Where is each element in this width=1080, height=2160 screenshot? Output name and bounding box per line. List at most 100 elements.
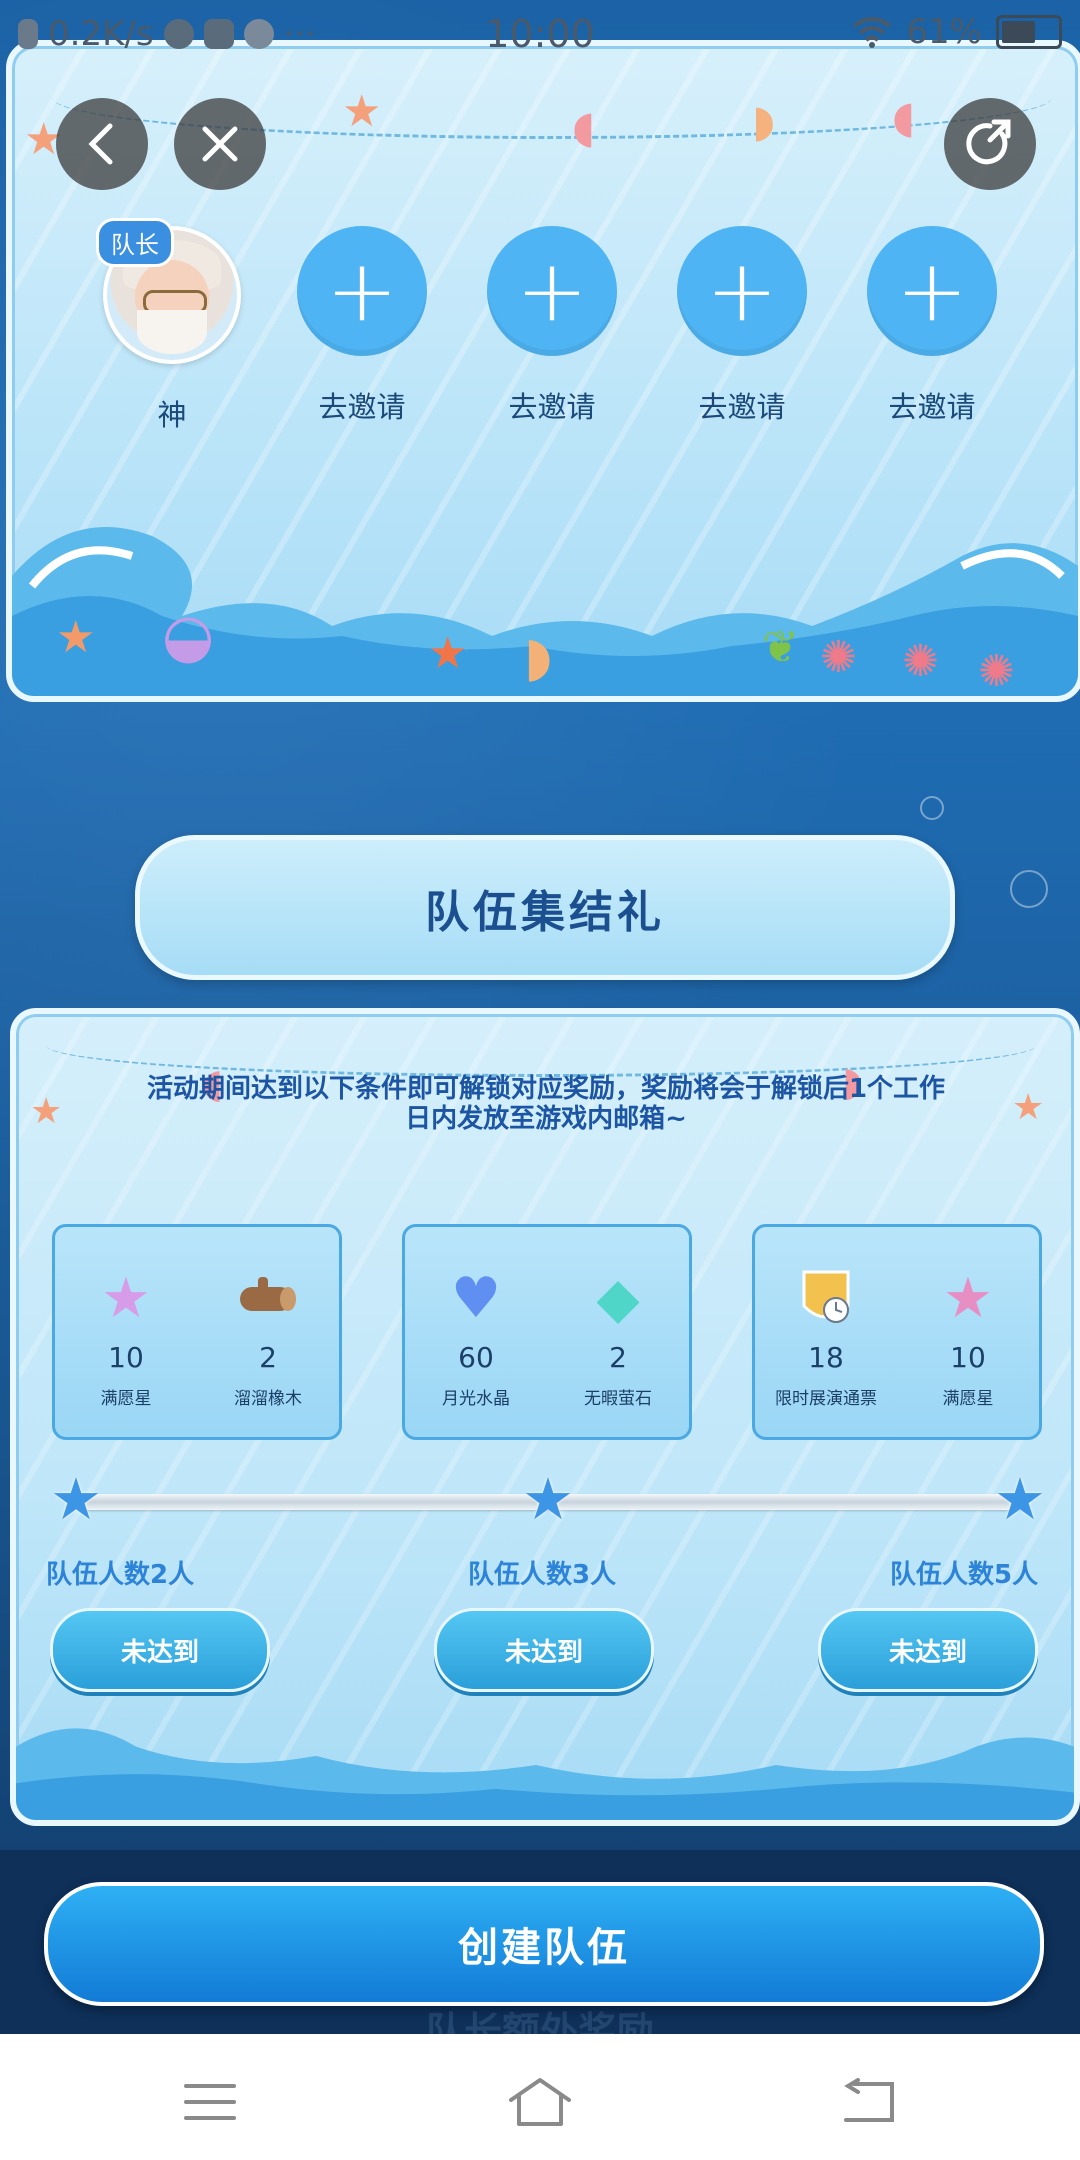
reward-item[interactable]: 2 溜溜橡木 [203,1263,333,1437]
back-arrow-icon [844,2078,894,2122]
leader-badge: 队长 [96,218,174,267]
tier-progress-track: ★ ★ ★ [50,1470,1046,1528]
invite-slot[interactable]: + 去邀请 [482,226,622,434]
close-icon [202,126,238,162]
tier-status-button[interactable]: 未达到 [818,1608,1038,1692]
shell-decor-icon: ◖ [572,102,596,153]
starfish-decor-icon: ★ [428,628,468,679]
reward-count: 2 [259,1341,277,1374]
activity-notice: 活动期间达到以下条件即可解锁对应奖励，奖励将会于解锁后1个工作日内发放至游戏内邮… [146,1074,946,1134]
shell-decor-icon: ◗ [752,96,776,147]
menu-nav-button[interactable] [160,2072,260,2132]
reward-name: 满愿星 [100,1389,152,1409]
decor-garland [46,1014,1036,1077]
invite-button[interactable]: + [297,226,427,356]
tier-label: 队伍人数5人 [890,1560,1039,1590]
plus-icon: + [325,241,399,341]
reward-tiers: ★ 10 满愿星 2 溜溜橡木 ♥ 60 月光水晶 ◆ 2 无暇萤石 18 限时… [52,1224,1042,1440]
reward-count: 60 [458,1341,494,1374]
plus-icon: + [895,241,969,341]
tier-star-icon: ★ [50,1465,102,1533]
reward-count: 18 [808,1341,844,1374]
shell-decor-icon: ◖ [892,92,916,143]
section-title: 队伍集结礼 [425,886,665,938]
bubble-decor [920,796,944,820]
system-nav-bar [0,2034,1080,2160]
invite-label[interactable]: 去邀请 [698,384,785,426]
back-button[interactable] [56,98,148,190]
starfish-decor-icon: ★ [30,1091,63,1132]
tier-star-icon: ★ [522,1465,574,1533]
invite-button[interactable]: + [867,226,997,356]
section-title-banner: 队伍集结礼 [135,835,955,980]
rewards-card: ★ ★ ◖ ◗ 活动期间达到以下条件即可解锁对应奖励，奖励将会于解锁后1个工作日… [10,1008,1080,1826]
crab-decor-icon: ✺ [820,632,857,683]
starfish-decor-icon: ★ [56,612,96,663]
invite-button[interactable]: + [677,226,807,356]
create-team-button[interactable]: 创建队伍 [44,1882,1044,2006]
starfish-decor-icon: ★ [1012,1087,1045,1128]
starfish-decor-icon: ★ [342,86,382,137]
home-nav-button[interactable] [490,2072,590,2132]
tier-reward-box: ♥ 60 月光水晶 ◆ 2 无暇萤石 [402,1224,692,1440]
tier-reward-box: 18 限时展演通票 ★ 10 满愿星 [752,1224,1042,1440]
invite-slot[interactable]: + 去邀请 [862,226,1002,434]
reward-item[interactable]: ★ 10 满愿星 [903,1263,1033,1437]
pink-star-icon: ★ [100,1265,152,1331]
status-bar: 0.2K/s ··· 10:00 61% [0,0,1080,70]
reward-item[interactable]: ★ 10 满愿星 [61,1263,191,1437]
wood-log-icon [233,1263,303,1333]
tier-label: 队伍人数3人 [468,1560,617,1590]
menu-icon [184,2084,236,2120]
invite-label[interactable]: 去邀请 [508,384,595,426]
ocean-wave-decor [16,1728,1074,1820]
bubble-decor [1010,870,1048,908]
tier-reward-box: ★ 10 满愿星 2 溜溜橡木 [52,1224,342,1440]
battery-icon [996,15,1062,49]
app-screen: 0.2K/s ··· 10:00 61% ★ ★ ◖ ◗ ◖ 队长 神 + 去邀… [0,0,1080,2034]
shell-decor-icon: ◒ [162,601,215,671]
pink-star-icon: ★ [942,1265,994,1331]
conch-decor-icon: ◗ [524,625,553,688]
invite-label[interactable]: 去邀请 [318,384,405,426]
ticket-badge-icon [791,1263,861,1333]
back-nav-button[interactable] [818,2072,918,2132]
reward-name: 限时展演通票 [775,1389,877,1409]
member-name: 神 [157,398,187,432]
member-slots: 队长 神 + 去邀请 + 去邀请 + 去邀请 + 去邀请 [96,218,1002,434]
close-button[interactable] [174,98,266,190]
reward-count: 10 [950,1341,986,1374]
share-button[interactable] [944,98,1036,190]
reward-name: 溜溜橡木 [234,1389,302,1409]
tier-star-icon: ★ [994,1465,1046,1533]
avatar-beard [137,310,207,354]
wifi-icon [853,17,892,48]
team-card: ★ ★ ◖ ◗ ◖ 队长 神 + 去邀请 + 去邀请 + 去邀请 + 去邀请 ★… [6,40,1080,702]
reward-item[interactable]: ◆ 2 无暇萤石 [553,1263,683,1437]
battery-fill [1002,21,1035,43]
status-right: 61% [852,12,1062,52]
reward-name: 无暇萤石 [584,1389,652,1409]
crab-decor-icon: ✺ [902,636,939,687]
invite-slot[interactable]: + 去邀请 [672,226,812,434]
seaweed-decor-icon: ❦ [762,622,799,673]
reward-name: 满愿星 [942,1389,994,1409]
plus-icon: + [705,241,779,341]
battery-percent: 61% [906,12,982,52]
tier-label: 队伍人数2人 [46,1560,195,1590]
plus-icon: + [515,241,589,341]
home-icon [509,2078,571,2126]
reward-name: 月光水晶 [442,1389,510,1409]
invite-button[interactable]: + [487,226,617,356]
reward-item[interactable]: ♥ 60 月光水晶 [411,1263,541,1437]
crab-decor-icon: ✺ [978,646,1015,697]
reward-item[interactable]: 18 限时展演通票 [761,1263,891,1437]
member-slot-leader[interactable]: 队长 神 [96,218,242,434]
tier-status-button[interactable]: 未达到 [434,1608,654,1692]
gem-icon: ◆ [596,1265,640,1331]
invite-slot[interactable]: + 去邀请 [292,226,432,434]
invite-label[interactable]: 去邀请 [888,384,975,426]
share-icon [966,119,1011,165]
tier-status-button[interactable]: 未达到 [50,1608,270,1692]
crystal-heart-icon: ♥ [450,1265,502,1331]
